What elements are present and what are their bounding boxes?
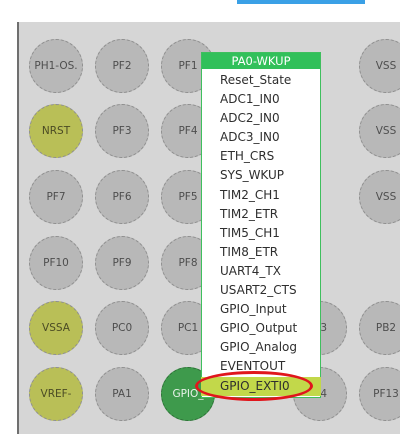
menu-item-tim8-etr[interactable]: TIM8_ETR: [202, 243, 320, 262]
menu-item-adc1-in0[interactable]: ADC1_IN0: [202, 90, 320, 109]
pin-ph1-os[interactable]: PH1-OS.: [29, 39, 83, 93]
pin-pf2[interactable]: PF2: [95, 39, 149, 93]
pin-vss[interactable]: VSS: [359, 39, 400, 93]
pin-pf10[interactable]: PF10: [29, 236, 83, 290]
menu-item-reset-state[interactable]: Reset_State: [202, 71, 320, 90]
menu-item-adc2-in0[interactable]: ADC2_IN0: [202, 109, 320, 128]
pin-vss[interactable]: VSS: [359, 170, 400, 224]
menu-item-gpio-output[interactable]: GPIO_Output: [202, 319, 320, 338]
menu-item-eth-crs[interactable]: ETH_CRS: [202, 147, 320, 166]
menu-item-gpio-input[interactable]: GPIO_Input: [202, 300, 320, 319]
pin-vssa[interactable]: VSSA: [29, 301, 83, 355]
menu-item-adc3-in0[interactable]: ADC3_IN0: [202, 128, 320, 147]
menu-item-gpio-exti0[interactable]: GPIO_EXTI0: [201, 376, 321, 396]
menu-item-tim5-ch1[interactable]: TIM5_CH1: [202, 224, 320, 243]
pin-pf13[interactable]: PF13: [359, 367, 400, 421]
pin-pf6[interactable]: PF6: [95, 170, 149, 224]
top-accent-bar: [237, 0, 365, 4]
pin-function-menu[interactable]: PA0-WKUP Reset_State ADC1_IN0 ADC2_IN0 A…: [201, 52, 321, 398]
menu-header-pa0-wkup: PA0-WKUP: [202, 53, 320, 69]
pin-pf9[interactable]: PF9: [95, 236, 149, 290]
pin-vref[interactable]: VREF-: [29, 367, 83, 421]
pin-vss[interactable]: VSS: [359, 104, 400, 158]
menu-options: Reset_State ADC1_IN0 ADC2_IN0 ADC3_IN0 E…: [201, 69, 321, 396]
menu-item-eventout[interactable]: EVENTOUT: [202, 357, 320, 376]
pin-pb2[interactable]: PB2: [359, 301, 400, 355]
menu-item-usart2-cts[interactable]: USART2_CTS: [202, 281, 320, 300]
menu-item-uart4-tx[interactable]: UART4_TX: [202, 262, 320, 281]
menu-item-tim2-ch1[interactable]: TIM2_CH1: [202, 186, 320, 205]
pin-pf7[interactable]: PF7: [29, 170, 83, 224]
menu-item-gpio-analog[interactable]: GPIO_Analog: [202, 338, 320, 357]
menu-item-sys-wkup[interactable]: SYS_WKUP: [202, 166, 320, 185]
pin-pc0[interactable]: PC0: [95, 301, 149, 355]
pin-pa1[interactable]: PA1: [95, 367, 149, 421]
menu-item-tim2-etr[interactable]: TIM2_ETR: [202, 205, 320, 224]
pin-pf3[interactable]: PF3: [95, 104, 149, 158]
pin-nrst[interactable]: NRST: [29, 104, 83, 158]
